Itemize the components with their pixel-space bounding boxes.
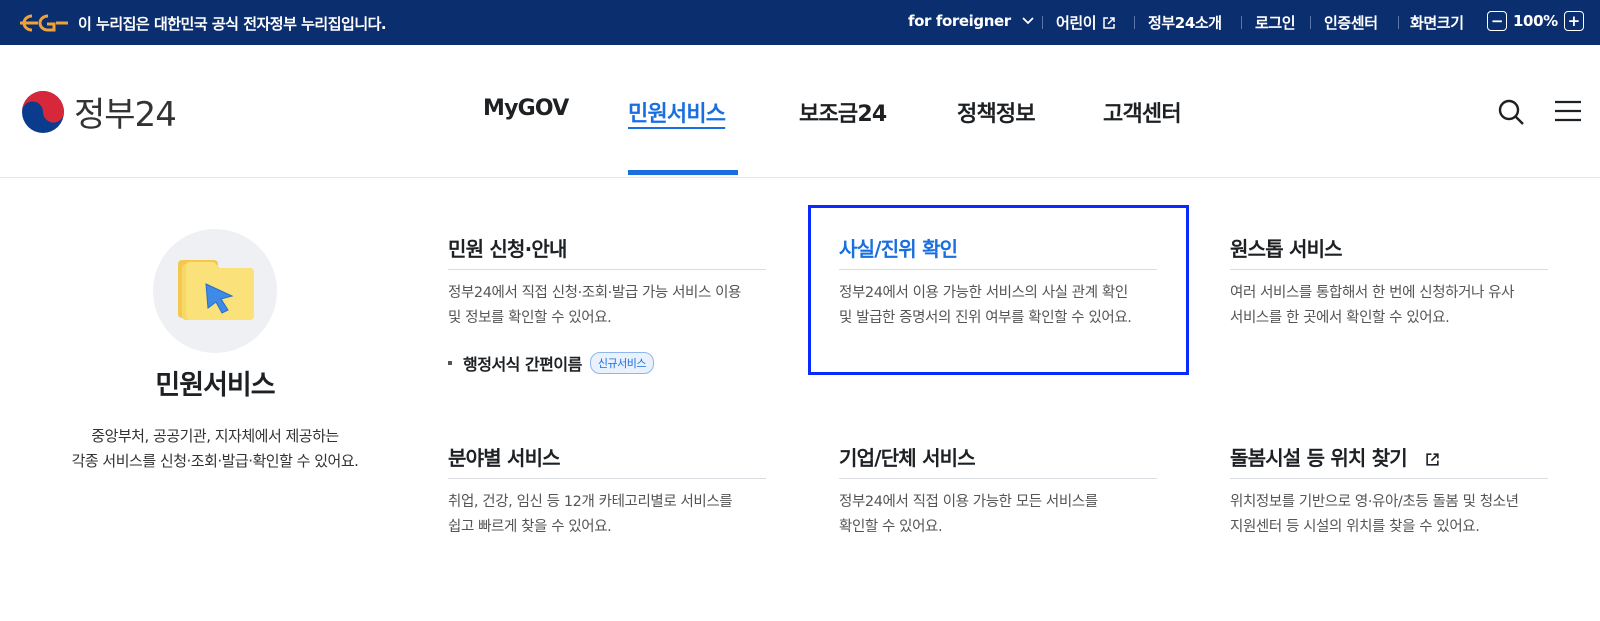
panel-desc-line: 중앙부처, 공공기관, 지자체에서 제공하는 bbox=[91, 427, 339, 445]
for-foreigner-label: for foreigner bbox=[908, 12, 1011, 30]
gov-banner: 이 누리집은 대한민국 공식 전자정부 누리집입니다. for foreigne… bbox=[0, 0, 1600, 45]
egov-logo-icon bbox=[20, 14, 68, 32]
card-desc-line: 정부24에서 직접 이용 가능한 모든 서비스를 bbox=[839, 494, 1098, 510]
nav-mygov[interactable]: MyGOV bbox=[483, 96, 569, 121]
card-desc-line: 및 발급한 증명서의 진위 여부를 확인할 수 있어요. bbox=[839, 310, 1132, 326]
card-care-facility-finder: 돌봄시설 등 위치 찾기 위치정보를 기반으로 영·유아/초등 돌봄 및 청소년… bbox=[1230, 440, 1548, 540]
util-divider bbox=[1398, 16, 1399, 29]
util-divider bbox=[1134, 16, 1135, 29]
card-title[interactable]: 기업/단체 서비스 bbox=[839, 440, 1157, 474]
kids-link-label: 어린이 bbox=[1056, 14, 1097, 32]
hamburger-menu-icon[interactable] bbox=[1554, 99, 1582, 123]
zoom-controls: − 100% + bbox=[1487, 11, 1584, 31]
panel-title: 민원서비스 bbox=[155, 370, 275, 401]
for-foreigner-button[interactable]: for foreigner bbox=[908, 12, 1035, 30]
nav-civil-service[interactable]: 민원서비스 bbox=[628, 96, 726, 128]
card-title[interactable]: 원스톱 서비스 bbox=[1230, 231, 1548, 265]
about-gov24-link[interactable]: 정부24소개 bbox=[1148, 12, 1222, 33]
zoom-level: 100% bbox=[1513, 12, 1558, 30]
card-title[interactable]: 민원 신청·안내 bbox=[448, 231, 766, 265]
card-desc-line: 쉽고 빠르게 찾을 수 있어요. bbox=[448, 519, 612, 535]
panel-description: 중앙부처, 공공기관, 지자체에서 제공하는 각종 서비스를 신청·조회·발급·… bbox=[0, 424, 430, 474]
card-category-service: 분야별 서비스 취업, 건강, 임신 등 12개 카테고리별로 서비스를 쉽고 … bbox=[448, 440, 766, 540]
card-title[interactable]: 사실/진위 확인 bbox=[839, 231, 1157, 265]
card-desc-line: 위치정보를 기반으로 영·유아/초등 돌봄 및 청소년 bbox=[1230, 494, 1519, 510]
gov-banner-text: 이 누리집은 대한민국 공식 전자정부 누리집입니다. bbox=[78, 15, 387, 33]
card-desc-line: 서비스를 한 곳에서 확인할 수 있어요. bbox=[1230, 310, 1450, 326]
card-title[interactable]: 분야별 서비스 bbox=[448, 440, 766, 474]
nav-policy-info[interactable]: 정책정보 bbox=[957, 96, 1036, 128]
login-link[interactable]: 로그인 bbox=[1255, 12, 1296, 33]
card-desc-line: 지원센터 등 시설의 위치를 찾을 수 있어요. bbox=[1230, 519, 1480, 535]
active-nav-indicator bbox=[628, 170, 738, 175]
new-service-badge: 신규서비스 bbox=[589, 352, 654, 374]
card-desc-line: 여러 서비스를 통합해서 한 번에 신청하거나 유사 bbox=[1230, 285, 1515, 301]
kids-link[interactable]: 어린이 bbox=[1056, 12, 1116, 33]
screen-size-text: 화면크기 bbox=[1410, 14, 1464, 32]
util-divider bbox=[1310, 16, 1311, 29]
card-civil-application: 민원 신청·안내 정부24에서 직접 신청·조회·발급 가능 서비스 이용 및 … bbox=[448, 231, 766, 375]
folder-cursor-icon bbox=[178, 260, 254, 320]
card-description: 정부24에서 직접 신청·조회·발급 가능 서비스 이용 및 정보를 확인할 수… bbox=[448, 281, 766, 331]
card-description: 정부24에서 이용 가능한 서비스의 사실 관계 확인 및 발급한 증명서의 진… bbox=[839, 281, 1157, 331]
search-icon[interactable] bbox=[1496, 97, 1526, 127]
panel-desc-line: 각종 서비스를 신청·조회·발급·확인할 수 있어요. bbox=[71, 452, 359, 470]
card-divider bbox=[839, 269, 1157, 270]
cert-center-link[interactable]: 인증센터 bbox=[1324, 12, 1378, 33]
card-divider bbox=[1230, 478, 1548, 479]
taegeuk-logo-icon bbox=[22, 90, 64, 133]
card-desc-line: 확인할 수 있어요. bbox=[839, 519, 943, 535]
site-header: 정부24 MyGOV 민원서비스 보조금24 정책정보 고객센터 bbox=[0, 45, 1600, 178]
card-fact-verification: 사실/진위 확인 정부24에서 이용 가능한 서비스의 사실 관계 확인 및 발… bbox=[839, 231, 1157, 331]
card-desc-line: 취업, 건강, 임신 등 12개 카테고리별로 서비스를 bbox=[448, 494, 733, 510]
zoom-in-button[interactable]: + bbox=[1563, 11, 1584, 31]
card-title-text: 돌봄시설 등 위치 찾기 bbox=[1230, 446, 1408, 470]
nav-customer-center[interactable]: 고객센터 bbox=[1103, 96, 1182, 128]
card-business-service: 기업/단체 서비스 정부24에서 직접 이용 가능한 모든 서비스를 확인할 수… bbox=[839, 440, 1157, 540]
bullet-icon bbox=[448, 361, 452, 365]
util-divider bbox=[1042, 16, 1043, 29]
card-title[interactable]: 돌봄시설 등 위치 찾기 bbox=[1230, 440, 1548, 474]
card-divider bbox=[448, 478, 766, 479]
card-divider bbox=[1230, 269, 1548, 270]
card-desc-line: 및 정보를 확인할 수 있어요. bbox=[448, 310, 612, 326]
external-link-icon bbox=[1426, 453, 1439, 466]
cert-center-label: 인증센터 bbox=[1324, 14, 1378, 32]
screen-size-label: 화면크기 bbox=[1410, 12, 1464, 33]
card-one-stop-service: 원스톱 서비스 여러 서비스를 통합해서 한 번에 신청하거나 유사 서비스를 … bbox=[1230, 231, 1548, 331]
nav-subsidy24[interactable]: 보조금24 bbox=[799, 96, 887, 128]
zoom-out-button[interactable]: − bbox=[1487, 11, 1507, 31]
card-description: 위치정보를 기반으로 영·유아/초등 돌봄 및 청소년 지원센터 등 시설의 위… bbox=[1230, 490, 1548, 540]
login-label: 로그인 bbox=[1255, 14, 1296, 32]
card-desc-line: 정부24에서 이용 가능한 서비스의 사실 관계 확인 bbox=[839, 285, 1128, 301]
card-divider bbox=[448, 269, 766, 270]
logo-text: 정부24 bbox=[74, 95, 177, 135]
card-desc-line: 정부24에서 직접 신청·조회·발급 가능 서비스 이용 bbox=[448, 285, 741, 301]
chevron-down-icon bbox=[1022, 17, 1034, 25]
card-description: 정부24에서 직접 이용 가능한 모든 서비스를 확인할 수 있어요. bbox=[839, 490, 1157, 540]
card-divider bbox=[839, 478, 1157, 479]
util-divider bbox=[1241, 16, 1242, 29]
about-gov24-label: 정부24소개 bbox=[1148, 14, 1222, 32]
external-link-icon bbox=[1103, 16, 1115, 29]
sub-link-admin-forms[interactable]: 행정서식 간편이름 신규서비스 bbox=[448, 351, 766, 375]
sub-link-label: 행정서식 간편이름 bbox=[463, 355, 582, 374]
card-description: 여러 서비스를 통합해서 한 번에 신청하거나 유사 서비스를 한 곳에서 확인… bbox=[1230, 281, 1548, 331]
gov24-logo[interactable]: 정부24 bbox=[20, 87, 177, 136]
card-description: 취업, 건강, 임신 등 12개 카테고리별로 서비스를 쉽고 빠르게 찾을 수… bbox=[448, 490, 766, 540]
